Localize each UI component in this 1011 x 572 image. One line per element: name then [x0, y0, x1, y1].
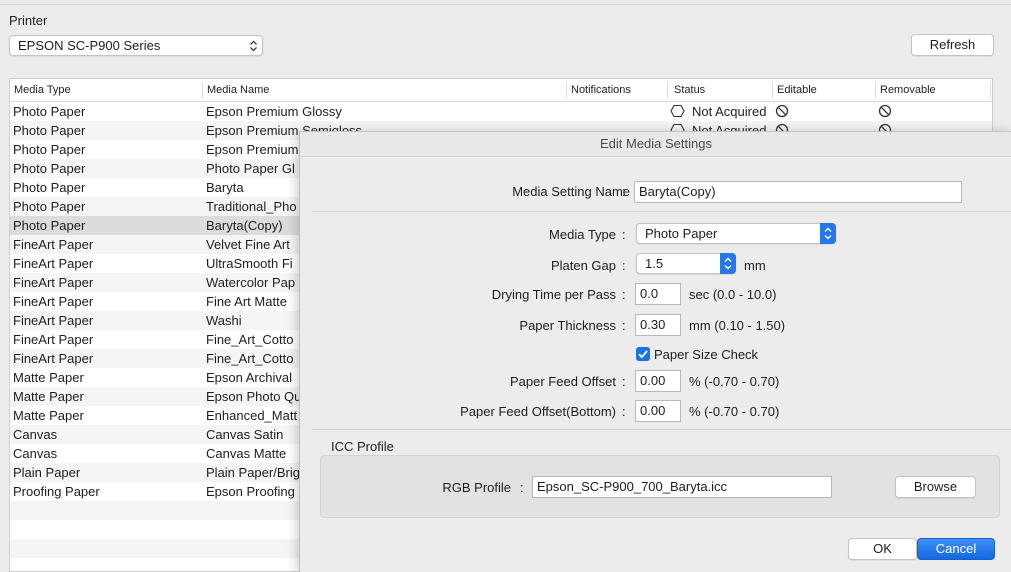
table-header: Media Type Media Name Notifications Stat…: [10, 79, 992, 102]
refresh-button[interactable]: Refresh: [911, 34, 994, 56]
updown-chevron-icon: [249, 39, 258, 53]
column-divider: [667, 82, 668, 98]
media-name-cell: Epson Premium Glossy: [206, 104, 342, 119]
colon: :: [520, 480, 524, 495]
platen-gap-select[interactable]: 1.5: [636, 253, 736, 274]
column-header-media-name[interactable]: Media Name: [203, 82, 269, 98]
column-header-media-type[interactable]: Media Type: [10, 82, 71, 98]
column-header-notifications[interactable]: Notifications: [567, 82, 631, 98]
media-type-cell: Photo Paper: [13, 218, 86, 233]
media-type-cell: Photo Paper: [13, 104, 86, 119]
platen-gap-label: Platen Gap: [550, 258, 616, 273]
colon: :: [622, 184, 626, 199]
platen-gap-select-value: 1.5: [645, 256, 664, 271]
table-row[interactable]: Photo Paper Epson Premium Glossy Not Acq…: [10, 102, 992, 121]
divider: [312, 429, 1011, 430]
checkmark-icon: [638, 350, 648, 359]
media-type-cell: Matte Paper: [13, 389, 84, 404]
paper-feed-offset-bottom-unit: % (-0.70 - 0.70): [689, 404, 780, 419]
printer-select[interactable]: EPSON SC-P900 Series: [9, 35, 263, 56]
status-text: Not Acquired: [692, 104, 767, 119]
colon: :: [622, 374, 626, 389]
media-type-cell: Canvas: [13, 446, 58, 461]
updown-chevron-icon: [820, 223, 836, 244]
paper-feed-offset-unit: % (-0.70 - 0.70): [689, 374, 780, 389]
column-divider: [990, 82, 991, 98]
media-type-cell: Matte Paper: [13, 408, 84, 423]
media-type-cell: FineArt Paper: [13, 237, 94, 252]
cancel-button[interactable]: Cancel: [917, 538, 995, 560]
icc-profile-group-label: ICC Profile: [331, 439, 394, 454]
ok-button[interactable]: OK: [848, 538, 917, 560]
divider: [312, 211, 1011, 212]
paper-feed-offset-bottom-label: Paper Feed Offset(Bottom): [460, 404, 616, 419]
column-header-status[interactable]: Status: [670, 82, 705, 98]
drying-time-label: Drying Time per Pass: [491, 287, 616, 302]
rgb-profile-label: RGB Profile: [442, 480, 511, 495]
drying-time-field[interactable]: 0.0: [635, 283, 681, 305]
media-type-cell: Canvas: [13, 427, 58, 442]
media-type-cell: FineArt Paper: [13, 351, 94, 366]
media-type-cell: Plain Paper: [13, 465, 81, 480]
paper-feed-offset-bottom-field[interactable]: 0.00: [635, 400, 681, 422]
printer-label: Printer: [9, 13, 48, 28]
media-type-cell: FineArt Paper: [13, 275, 94, 290]
colon: :: [622, 287, 626, 302]
media-type-cell: Photo Paper: [13, 180, 86, 195]
media-type-select-value: Photo Paper: [645, 226, 718, 241]
media-type-cell: Matte Paper: [13, 370, 84, 385]
rgb-profile-field[interactable]: Epson_SC-P900_700_Baryta.icc: [532, 476, 832, 498]
media-type-cell: Proofing Paper: [13, 484, 100, 499]
paper-feed-offset-field[interactable]: 0.00: [635, 370, 681, 392]
printer-select-value: EPSON SC-P900 Series: [18, 38, 161, 53]
paper-feed-offset-label: Paper Feed Offset: [510, 374, 616, 389]
media-type-cell: FineArt Paper: [13, 313, 94, 328]
media-type-cell: Photo Paper: [13, 161, 86, 176]
media-setting-name-label: Media Setting Name: [512, 184, 630, 199]
media-type-cell: FineArt Paper: [13, 256, 94, 271]
platen-gap-unit: mm: [744, 258, 766, 273]
media-type-cell: Photo Paper: [13, 123, 86, 138]
media-type-cell: Photo Paper: [13, 199, 86, 214]
drying-time-unit: sec (0.0 - 10.0): [689, 287, 777, 302]
paper-size-check-checkbox[interactable]: [636, 347, 650, 361]
paper-thickness-field[interactable]: 0.30: [635, 314, 681, 336]
colon: :: [622, 318, 626, 333]
updown-chevron-icon: [720, 253, 736, 274]
media-type-cell: FineArt Paper: [13, 294, 94, 309]
paper-thickness-label: Paper Thickness: [519, 318, 616, 333]
icc-profile-group: RGB Profile : Epson_SC-P900_700_Baryta.i…: [320, 455, 1000, 518]
paper-size-check-label[interactable]: Paper Size Check: [654, 347, 758, 362]
media-type-cell: Photo Paper: [13, 142, 86, 157]
media-setting-name-field[interactable]: Baryta(Copy): [634, 181, 962, 203]
browse-button[interactable]: Browse: [895, 476, 976, 498]
column-header-removable[interactable]: Removable: [876, 82, 936, 98]
colon: :: [622, 404, 626, 419]
dialog-title: Edit Media Settings: [300, 132, 1011, 157]
paper-thickness-unit: mm (0.10 - 1.50): [689, 318, 786, 333]
media-type-select[interactable]: Photo Paper: [636, 223, 836, 244]
top-divider: [0, 0, 1011, 5]
media-type-cell: FineArt Paper: [13, 332, 94, 347]
media-type-label: Media Type: [549, 227, 616, 242]
colon: :: [622, 258, 626, 273]
colon: :: [622, 227, 626, 242]
edit-media-settings-dialog: Edit Media Settings Media Setting Name :…: [299, 131, 1011, 572]
column-header-editable[interactable]: Editable: [773, 82, 817, 98]
